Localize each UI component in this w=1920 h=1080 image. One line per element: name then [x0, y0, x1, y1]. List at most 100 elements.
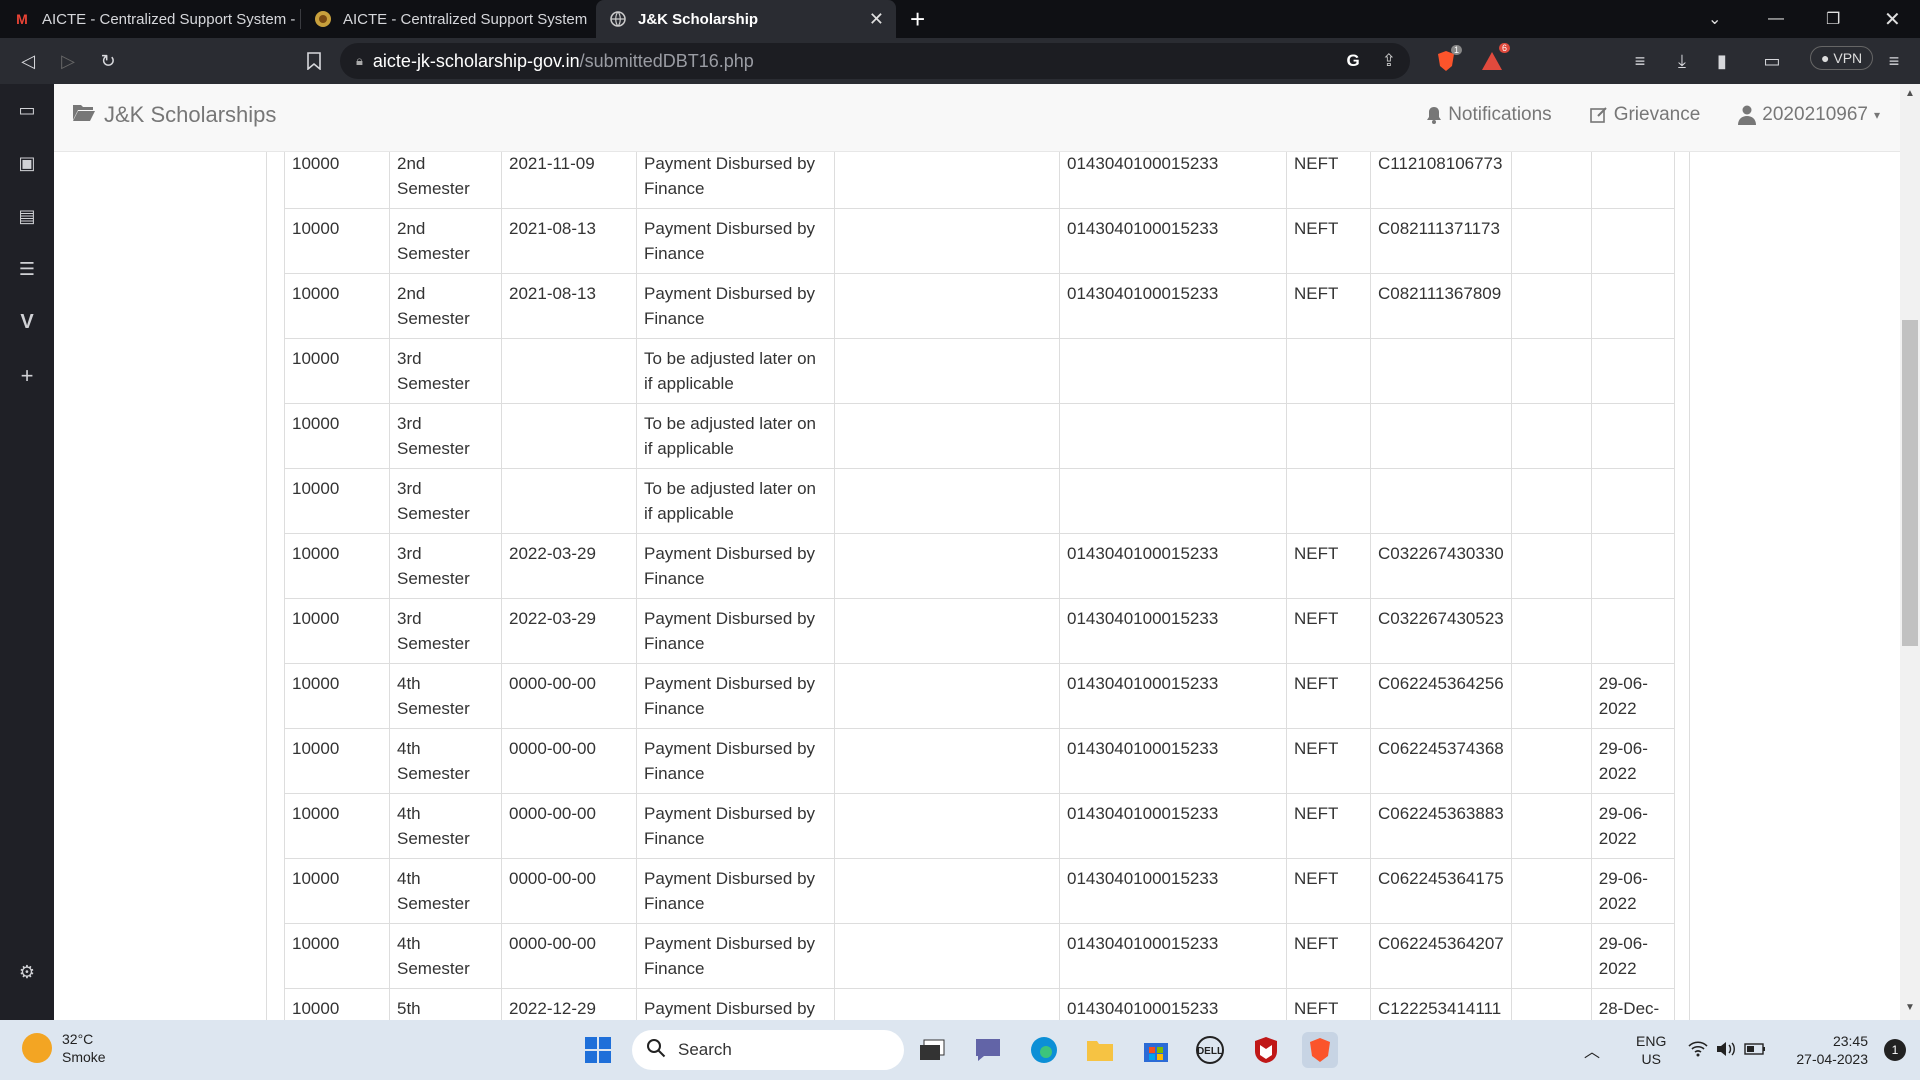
new-tab-button[interactable]: +	[896, 0, 939, 38]
table-cell	[1590, 152, 1675, 209]
dell-icon[interactable]: DELL	[1192, 1032, 1228, 1068]
taskbar-search[interactable]: Search	[632, 1030, 904, 1070]
user-menu-dropdown[interactable]: 2020210967 ▾	[1738, 104, 1880, 126]
download-icon[interactable]: ⤓	[1662, 41, 1702, 81]
playlist-icon[interactable]: ≡	[1620, 41, 1660, 81]
address-bar[interactable]: 🔒︎ aicte-jk-scholarship-gov.in/submitted…	[340, 43, 1410, 79]
sidebar-toggle-icon[interactable]: ▮	[1702, 41, 1742, 81]
reading-list-icon[interactable]: ☰	[0, 243, 54, 296]
folder-open-icon	[72, 102, 96, 128]
teams-chat-icon[interactable]	[970, 1032, 1006, 1068]
table-cell: 10000	[284, 152, 390, 209]
url-path: /submittedDBT16.php	[579, 50, 754, 71]
notification-center-badge[interactable]: 1	[1884, 1039, 1906, 1061]
google-icon[interactable]: G	[1347, 51, 1360, 71]
reload-icon[interactable]: ↻	[88, 41, 128, 81]
bookmark-icon[interactable]	[294, 41, 334, 81]
table-cell: 0143040100015233	[1059, 273, 1287, 339]
globe-icon	[608, 9, 628, 29]
table-cell	[834, 468, 1060, 534]
table-cell	[1590, 403, 1675, 469]
battery-icon[interactable]	[1744, 1042, 1766, 1058]
weather-widget[interactable]: 32°C Smoke	[22, 1030, 106, 1066]
table-cell: 2022-12-29	[501, 988, 637, 1020]
search-icon	[646, 1038, 666, 1063]
table-cell	[1510, 793, 1592, 859]
table-row: 10000 3rd Semester 2022-03-29 Payment Disbu…	[284, 598, 1675, 664]
table-cell: Payment Disbursed by Finance	[636, 663, 835, 729]
video-call-icon[interactable]: ▭	[0, 84, 54, 137]
tab-jk-scholarship[interactable]: J&K Scholarship ✕	[596, 0, 896, 38]
table-cell: 0143040100015233	[1059, 663, 1287, 729]
forward-icon[interactable]: ▷	[48, 41, 88, 81]
vpn-v-icon[interactable]: V	[0, 296, 54, 349]
task-view-icon[interactable]	[914, 1032, 950, 1068]
table-cell	[834, 273, 1060, 339]
file-explorer-icon[interactable]	[1082, 1032, 1118, 1068]
table-cell: Payment Disbursed by Finance	[636, 923, 835, 989]
table-cell	[1370, 403, 1512, 469]
table-row: 10000 4th Semester 0000-00-00 Payment Disbu…	[284, 728, 1675, 794]
minimize-button[interactable]: —	[1768, 0, 1784, 38]
tab-search-chevron-icon[interactable]: ⌄	[1708, 0, 1721, 38]
restore-button[interactable]: ❐	[1826, 0, 1840, 38]
wallet-icon[interactable]: ▭	[1752, 41, 1792, 81]
volume-icon[interactable]	[1716, 1041, 1736, 1060]
table-row: 10000 4th Semester 0000-00-00 Payment Disbu…	[284, 923, 1675, 989]
brave-taskbar-icon[interactable]	[1302, 1032, 1338, 1068]
settings-gear-icon[interactable]: ⚙	[0, 946, 54, 999]
show-hidden-icons-chevron[interactable]: ︿	[1584, 1038, 1600, 1062]
start-windows-icon[interactable]	[580, 1032, 616, 1068]
table-cell: 0000-00-00	[501, 728, 637, 794]
table-cell	[501, 338, 637, 404]
table-cell: Payment Disbursed by Finance	[636, 152, 835, 209]
tab-aicte-support-1[interactable]: M AICTE - Centralized Support System - I	[0, 0, 300, 38]
vpn-dot-icon: ●	[1821, 50, 1830, 66]
microsoft-store-icon[interactable]	[1138, 1032, 1174, 1068]
table-cell: 2nd Semester	[389, 273, 502, 339]
menu-icon[interactable]: ≡	[1874, 41, 1914, 81]
table-row: 10000 4th Semester 0000-00-00 Payment Disbu…	[284, 793, 1675, 859]
scroll-up-arrow-icon[interactable]: ▲	[1902, 88, 1918, 104]
scrollbar-thumb[interactable]	[1902, 320, 1918, 646]
site-brand[interactable]: J&K Scholarships	[72, 102, 276, 128]
table-cell	[1590, 533, 1675, 599]
table-cell: 4th Semester	[389, 728, 502, 794]
edge-browser-icon[interactable]	[1026, 1032, 1062, 1068]
scroll-down-arrow-icon[interactable]: ▼	[1902, 1002, 1918, 1018]
table-row: 10000 4th Semester 0000-00-00 Payment Disbu…	[284, 858, 1675, 924]
wallet-sidebar-icon[interactable]: ▣	[0, 137, 54, 190]
brave-shields-icon[interactable]: 1	[1426, 41, 1466, 81]
table-row: 10000 2nd Semester 2021-08-13 Payment Disbu…	[284, 273, 1675, 339]
browser-toolbar: ◁ ▷ ↻ 🔒︎ aicte-jk-scholarship-gov.in/sub…	[0, 38, 1920, 84]
share-icon[interactable]: ⇪	[1382, 51, 1396, 71]
brave-rewards-icon[interactable]: 6	[1472, 41, 1512, 81]
close-tab-icon[interactable]: ✕	[869, 9, 884, 30]
close-window-button[interactable]: ✕	[1884, 0, 1901, 38]
language-indicator[interactable]: ENG US	[1636, 1032, 1666, 1068]
grievance-link[interactable]: Grievance	[1589, 104, 1701, 126]
table-cell	[1510, 533, 1592, 599]
table-cell: C112108106773	[1370, 152, 1512, 209]
clock-time: 23:45	[1832, 1033, 1868, 1049]
table-body: 10000 2nd Semester 2021-11-09 Payment Disbu…	[284, 152, 1675, 1020]
table-cell: C032267430330	[1370, 533, 1512, 599]
mcafee-icon[interactable]	[1248, 1032, 1284, 1068]
weather-temperature: 32°C	[62, 1031, 94, 1047]
table-cell: C032267430523	[1370, 598, 1512, 664]
grievance-label: Grievance	[1613, 104, 1701, 125]
wifi-icon[interactable]	[1688, 1040, 1708, 1060]
keyboard-layout: US	[1641, 1051, 1661, 1067]
table-cell: Payment Disbursed by Finance	[636, 598, 835, 664]
vpn-button[interactable]: ● VPN	[1810, 46, 1874, 70]
system-clock[interactable]: 23:45 27-04-2023	[1796, 1032, 1868, 1068]
table-cell	[834, 728, 1060, 794]
back-icon[interactable]: ◁	[8, 41, 48, 81]
table-cell: 3rd Semester	[389, 598, 502, 664]
table-cell: 2021-08-13	[501, 273, 637, 339]
add-sidebar-item-icon[interactable]: +	[0, 349, 54, 402]
tab-aicte-support-2[interactable]: AICTE - Centralized Support System	[301, 0, 596, 38]
table-cell: 2nd Semester	[389, 208, 502, 274]
notifications-link[interactable]: Notifications	[1426, 104, 1552, 126]
bookmarks-sidebar-icon[interactable]: ▤	[0, 190, 54, 243]
